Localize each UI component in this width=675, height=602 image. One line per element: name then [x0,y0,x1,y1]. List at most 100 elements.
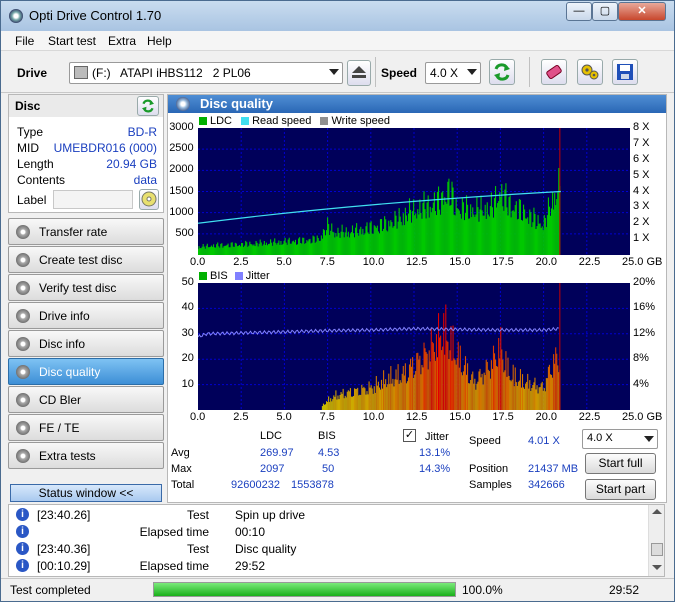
scroll-up-icon[interactable] [652,509,662,514]
start-full-button[interactable]: Start full [585,453,656,474]
app-window: Opti Drive Control 1.70 — ▢ ✕ File Start… [0,0,675,602]
y-right-tick-label: 3 X [633,200,650,213]
max-jitter: 14.3% [419,463,451,475]
x-tick-label: 2.5 [233,256,249,268]
log-value: Spin up drive [235,508,306,522]
speed-select[interactable]: 4.0 X [425,62,481,84]
test-speed-select[interactable]: 4.0 X [582,429,658,449]
settings-button[interactable] [577,59,603,85]
toolbar: Drive (F:) ATAPI iHBS112 2 PL06 Speed 4.… [1,53,674,93]
nav-transfer-rate[interactable]: Transfer rate [8,218,164,245]
elapsed-time: 29:52 [609,583,640,597]
x-tick-label: 5.0 [276,411,292,423]
progress-text: 100.0% [462,583,503,597]
x-tick-label: 25.0 GB [622,256,663,268]
log-value: 29:52 [235,559,266,573]
gears-icon [581,64,599,80]
y-right-tick-label: 8% [633,352,649,365]
close-button[interactable]: ✕ [618,2,666,21]
x-tick-label: 7.5 [319,256,335,268]
app-disc-icon [9,9,23,23]
disc-quality-icon [176,97,190,111]
total-label: Total [171,479,195,491]
log-scrollbar[interactable] [648,505,664,576]
drive-value: (F:) ATAPI iHBS112 2 PL06 [92,66,251,80]
x-tick-label: 10.0 [362,411,385,423]
menu-file[interactable]: File [15,34,34,48]
nav-label: Disc quality [39,365,101,379]
nav-label: CD Bler [39,393,82,407]
disc-refresh-button[interactable] [137,96,159,116]
jitter-checkbox[interactable]: ✓ [403,429,416,442]
col-jitter-header: Jitter [425,431,449,443]
log-time: [23:40.36] [37,542,91,556]
refresh-button[interactable] [489,59,515,85]
y-right-tick-label: 4% [633,377,649,390]
y-tick-label: 20 [181,352,194,365]
minimize-button[interactable]: — [566,2,592,21]
read-speed-swatch [241,117,250,126]
x-tick-label: 17.5 [492,256,514,268]
menu-start-test[interactable]: Start test [48,34,96,48]
disc-icon [16,337,30,351]
x-tick-label: 15.0 [449,256,471,268]
x-tick-label: 20.0 [535,411,558,423]
window-title: Opti Drive Control 1.70 [29,8,162,23]
speed-label: Speed [469,435,501,447]
nav-label: Create test disc [39,253,123,267]
nav-label: Transfer rate [39,225,108,239]
info-icon: i [16,525,29,538]
y-right-tick-label: 4 X [633,184,650,197]
y-tick-label: 10 [181,377,194,390]
log-row: i Elapsed time 00:10 [9,524,649,541]
disc-icon [16,393,30,407]
disc-label-input[interactable] [53,190,133,209]
erase-button[interactable] [541,59,567,85]
col-ldc-header: LDC [260,430,283,442]
nav-disc-info[interactable]: Disc info [8,330,164,357]
nav-verify-test-disc[interactable]: Verify test disc [8,274,164,301]
disc-mid-key: MID [17,141,39,155]
disc-icon [16,449,30,463]
nav-create-test-disc[interactable]: Create test disc [8,246,164,273]
bis-chart [198,283,630,410]
menu-extra[interactable]: Extra [108,34,136,48]
info-icon: i [16,559,29,572]
log-scroll-thumb[interactable] [651,543,663,556]
disc-contents-value: data [133,173,157,187]
test-speed-value: 4.0 X [587,432,613,444]
x-tick-label: 12.5 [406,411,428,423]
nav-disc-quality[interactable]: Disc quality [8,358,164,385]
maximize-button[interactable]: ▢ [592,2,618,21]
menu-help[interactable]: Help [147,34,172,48]
max-bis: 50 [322,463,335,475]
position-label: Position [469,463,509,475]
chevron-down-icon [644,436,654,442]
nav-label: Drive info [39,309,90,323]
chevron-down-icon [329,69,339,75]
nav-label: FE / TE [39,421,80,435]
eject-button[interactable] [347,60,371,86]
nav-drive-info[interactable]: Drive info [8,302,164,329]
bis-swatch [199,272,207,281]
eraser-icon [546,64,562,80]
drive-select[interactable]: (F:) ATAPI iHBS112 2 PL06 [69,62,343,84]
log-key: Elapsed time [139,559,209,573]
nav-label: Extra tests [39,449,96,463]
scroll-down-icon[interactable] [652,565,662,570]
x-tick-label: 25.0 GB [622,411,663,423]
save-button[interactable] [612,59,638,85]
nav-label: Disc info [39,337,86,351]
nav-cd-bler[interactable]: CD Bler [8,386,164,413]
nav-extra-tests[interactable]: Extra tests [8,442,164,469]
chart2-legend: BIS Jitter [199,270,270,282]
x-tick-label: 12.5 [406,256,428,268]
speed-value: 4.0 X [430,66,459,80]
disc-label-button[interactable] [139,189,159,210]
log-time: [00:10.29] [37,559,91,573]
legend-write-speed: Write speed [331,115,390,127]
start-part-button[interactable]: Start part [585,479,656,500]
eject-icon [352,66,366,78]
status-window-button[interactable]: Status window << [10,484,162,502]
nav-fe-te[interactable]: FE / TE [8,414,164,441]
